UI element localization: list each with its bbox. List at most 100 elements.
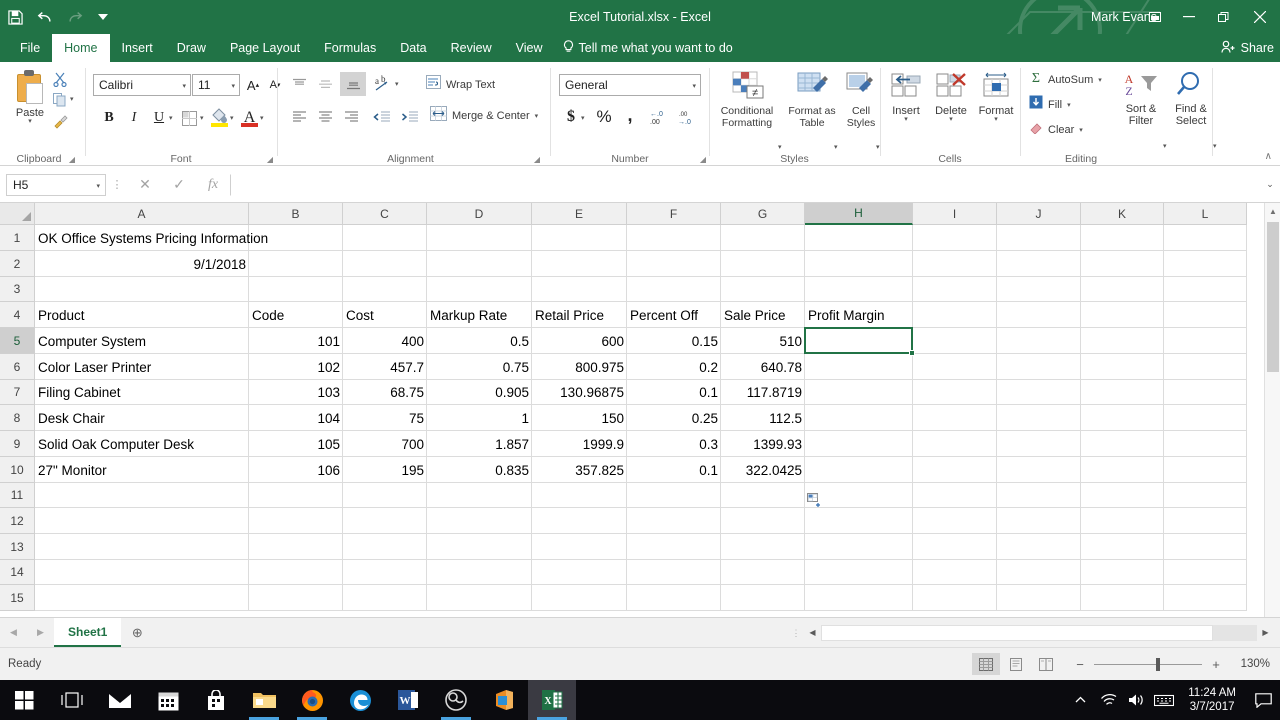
tab-data[interactable]: Data xyxy=(388,34,438,62)
cell-L4[interactable] xyxy=(1164,302,1247,328)
row-header-9[interactable]: 9 xyxy=(0,431,35,457)
cell-L12[interactable] xyxy=(1164,508,1247,534)
save-icon[interactable] xyxy=(0,2,30,32)
taskbar-clock[interactable]: 11:24 AM 3/7/2017 xyxy=(1178,686,1246,714)
fill-color-caret[interactable]: ▾ xyxy=(230,114,234,122)
cell-value-H4[interactable]: Profit Margin xyxy=(805,302,913,328)
tab-view[interactable]: View xyxy=(504,34,555,62)
cell-C14[interactable] xyxy=(343,560,427,585)
cell-K1[interactable] xyxy=(1081,225,1164,251)
tab-review[interactable]: Review xyxy=(439,34,504,62)
cell-value-F10[interactable]: 0.1 xyxy=(627,457,721,483)
cell-I11[interactable] xyxy=(913,483,997,508)
cell-E3[interactable] xyxy=(532,277,627,302)
cell-K15[interactable] xyxy=(1081,585,1164,611)
restore-icon[interactable] xyxy=(1206,0,1240,34)
cell-K3[interactable] xyxy=(1081,277,1164,302)
merge-center-caret[interactable]: ▾ xyxy=(535,112,539,120)
cell-value-A1[interactable]: OK Office Systems Pricing Information xyxy=(35,225,463,251)
align-top-icon[interactable] xyxy=(288,74,310,94)
cell-J9[interactable] xyxy=(997,431,1081,457)
volume-icon[interactable] xyxy=(1122,680,1150,720)
conditional-formatting-caret[interactable]: ▾ xyxy=(778,143,782,151)
font-color-caret[interactable]: ▾ xyxy=(260,114,264,122)
cell-value-E5[interactable]: 600 xyxy=(532,328,627,354)
sort-filter-caret[interactable]: ▾ xyxy=(1163,142,1167,150)
cell-D14[interactable] xyxy=(427,560,532,585)
paste-button[interactable]: Paste ▾ xyxy=(8,70,52,125)
cell-value-D10[interactable]: 0.835 xyxy=(427,457,532,483)
cell-J12[interactable] xyxy=(997,508,1081,534)
cell-K13[interactable] xyxy=(1081,534,1164,560)
format-cells-caret[interactable]: ▾ xyxy=(994,116,998,123)
horizontal-scroll-thumb[interactable] xyxy=(821,624,1213,641)
font-name-caret[interactable]: ▾ xyxy=(182,82,186,90)
cell-value-B8[interactable]: 104 xyxy=(249,405,343,431)
cell-value-G7[interactable]: 117.8719 xyxy=(721,380,805,405)
cell-H12[interactable] xyxy=(805,508,913,534)
autosum-button[interactable]: Σ AutoSum ▾ xyxy=(1029,70,1102,89)
copy-dropdown-caret[interactable]: ▾ xyxy=(70,95,74,103)
cell-G15[interactable] xyxy=(721,585,805,611)
cell-L9[interactable] xyxy=(1164,431,1247,457)
paste-options-icon[interactable] xyxy=(807,493,824,508)
cell-I9[interactable] xyxy=(913,431,997,457)
cell-value-A7[interactable]: Filing Cabinet xyxy=(35,380,249,405)
cell-I7[interactable] xyxy=(913,380,997,405)
cell-value-C5[interactable]: 400 xyxy=(343,328,427,354)
cell-J6[interactable] xyxy=(997,354,1081,380)
cell-K9[interactable] xyxy=(1081,431,1164,457)
accounting-format-icon[interactable]: $ xyxy=(561,105,581,129)
cell-I12[interactable] xyxy=(913,508,997,534)
cell-value-F7[interactable]: 0.1 xyxy=(627,380,721,405)
cell-J14[interactable] xyxy=(997,560,1081,585)
cell-value-D4[interactable]: Markup Rate xyxy=(427,302,532,328)
cell-L10[interactable] xyxy=(1164,457,1247,483)
wrap-text-button[interactable]: Wrap Text xyxy=(426,75,495,94)
cell-H13[interactable] xyxy=(805,534,913,560)
cell-H15[interactable] xyxy=(805,585,913,611)
share-button[interactable]: Share xyxy=(1221,34,1274,62)
delete-cells-button[interactable]: Delete ▾ xyxy=(929,72,973,123)
cell-L15[interactable] xyxy=(1164,585,1247,611)
cell-value-B6[interactable]: 102 xyxy=(249,354,343,380)
cell-C13[interactable] xyxy=(343,534,427,560)
name-box-caret[interactable]: ▾ xyxy=(96,182,100,190)
cell-value-E6[interactable]: 800.975 xyxy=(532,354,627,380)
orientation-icon[interactable]: ab xyxy=(371,72,395,96)
cell-value-E9[interactable]: 1999.9 xyxy=(532,431,627,457)
zoom-slider-thumb[interactable] xyxy=(1156,657,1160,671)
comma-format-icon[interactable]: , xyxy=(621,103,639,127)
cell-value-B10[interactable]: 106 xyxy=(249,457,343,483)
paste-dropdown-caret[interactable]: ▾ xyxy=(28,118,32,125)
number-dialog-launcher[interactable]: ◢ xyxy=(700,155,706,164)
cell-I14[interactable] xyxy=(913,560,997,585)
fill-button[interactable]: Fill ▾ xyxy=(1029,95,1071,114)
cell-J4[interactable] xyxy=(997,302,1081,328)
tab-insert[interactable]: Insert xyxy=(110,34,165,62)
cell-J1[interactable] xyxy=(997,225,1081,251)
obs-app-icon[interactable] xyxy=(432,680,480,720)
increase-decimal-icon[interactable]: ←.0.00 xyxy=(645,106,671,128)
cell-A11[interactable] xyxy=(35,483,249,508)
cell-H14[interactable] xyxy=(805,560,913,585)
cell-E12[interactable] xyxy=(532,508,627,534)
cell-H5[interactable] xyxy=(805,328,913,354)
column-header-e[interactable]: E xyxy=(532,203,627,225)
tell-me-box[interactable]: Tell me what you want to do xyxy=(555,34,733,62)
cell-value-B5[interactable]: 101 xyxy=(249,328,343,354)
cell-styles-button[interactable]: Cell Styles xyxy=(842,70,880,129)
cell-A15[interactable] xyxy=(35,585,249,611)
scroll-right-icon[interactable]: ▶ xyxy=(1257,625,1274,641)
enter-entry-icon[interactable]: ✓ xyxy=(162,174,196,196)
cell-L13[interactable] xyxy=(1164,534,1247,560)
firefox-browser-icon[interactable] xyxy=(288,680,336,720)
cell-I13[interactable] xyxy=(913,534,997,560)
column-header-l[interactable]: L xyxy=(1164,203,1247,225)
cell-value-F6[interactable]: 0.2 xyxy=(627,354,721,380)
normal-view-icon[interactable] xyxy=(972,653,1000,675)
font-dialog-launcher[interactable]: ◢ xyxy=(267,155,273,164)
zoom-control[interactable]: − + 130% xyxy=(1074,657,1270,672)
cell-value-D8[interactable]: 1 xyxy=(427,405,532,431)
cell-value-B7[interactable]: 103 xyxy=(249,380,343,405)
